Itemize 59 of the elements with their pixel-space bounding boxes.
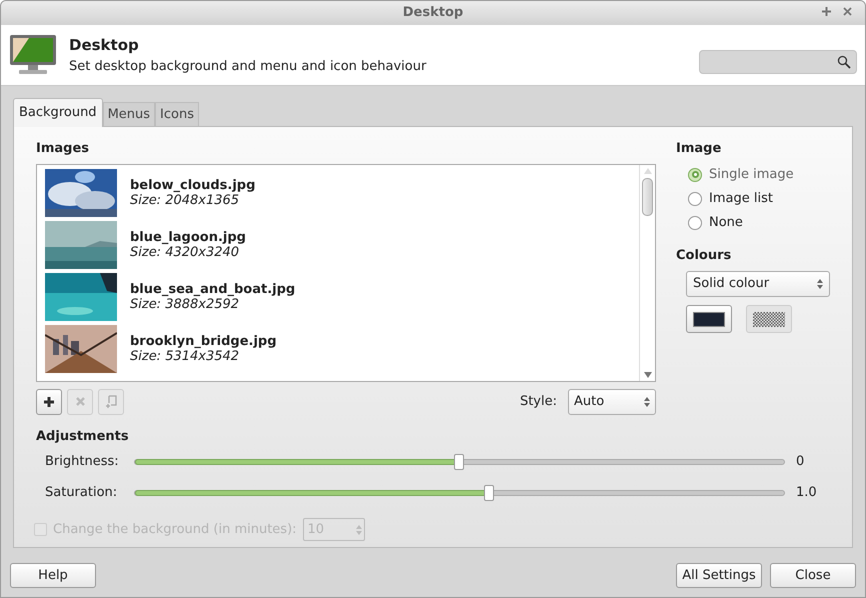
file-size: Size: 3888x2592 [130, 296, 240, 312]
colour-swatch [693, 312, 725, 326]
image-list-item[interactable]: blue_lagoon.jpg Size: 4320x3240 [37, 218, 639, 270]
spin-arrows-icon [644, 396, 650, 408]
tab[interactable]: Menus [102, 102, 156, 126]
colour-type-dropdown[interactable]: Solid colour [686, 271, 830, 297]
file-name: blue_lagoon.jpg [130, 230, 246, 244]
monitor-icon [9, 33, 57, 77]
image-list-item[interactable]: brooklyn_bridge.jpg Size: 5314x3542 [37, 322, 639, 374]
folder-button[interactable] [98, 388, 124, 414]
slider-value: 1.0 [795, 484, 818, 502]
section-heading: Images [36, 140, 90, 158]
radio-label: None [709, 214, 743, 232]
file-name: brooklyn_bridge.jpg [130, 334, 277, 348]
style-dropdown[interactable]: Auto [568, 388, 656, 414]
frame-add-icon [105, 394, 117, 408]
close-icon[interactable] [842, 6, 853, 17]
file-size: Size: 5314x3542 [130, 348, 240, 364]
radio-button[interactable] [688, 216, 702, 230]
scrollbar[interactable] [639, 164, 655, 380]
scroll-thumb[interactable] [642, 178, 653, 216]
tab[interactable]: Icons [155, 102, 199, 126]
slider-label: Saturation: [45, 484, 118, 502]
image-list-item[interactable]: blue_sea_and_boat.jpg Size: 3888x2592 [37, 270, 639, 322]
image-list-item[interactable]: below_clouds.jpg Size: 2048x1365 [37, 166, 639, 218]
dialog-button[interactable]: Help [10, 563, 96, 588]
dialog-button[interactable]: All Settings [676, 563, 762, 588]
search-icon [837, 55, 851, 69]
section-heading: Colours [676, 246, 732, 264]
section-heading: Image [676, 140, 722, 158]
spin-arrows-icon [817, 278, 823, 290]
window-title: Desktop [402, 4, 464, 22]
slider-thumb[interactable] [454, 454, 464, 470]
remove-button[interactable] [67, 388, 93, 414]
down-arrow-icon[interactable] [644, 372, 652, 378]
add-button[interactable] [36, 388, 62, 414]
spin-arrows-icon[interactable] [356, 524, 362, 536]
tab[interactable]: Background [13, 98, 103, 127]
header-subtitle: Set desktop background and menu and icon behaviour [69, 58, 426, 76]
colour-button[interactable] [686, 305, 732, 333]
slider-value: 0 [795, 453, 806, 472]
plus-icon [44, 396, 54, 406]
slider-thumb[interactable] [484, 485, 494, 501]
maximize-icon[interactable] [821, 6, 832, 17]
search-field[interactable] [699, 50, 857, 74]
file-name: blue_sea_and_boat.jpg [130, 282, 296, 296]
remove-icon [76, 397, 84, 406]
file-name: below_clouds.jpg [130, 178, 256, 192]
checkered-swatch [753, 312, 785, 326]
file-size: Size: 2048x1365 [130, 192, 240, 208]
style-label: Style: [520, 392, 557, 411]
radio-label: Image list [709, 190, 773, 208]
file-size: Size: 4320x3240 [130, 244, 240, 260]
section-heading: Adjustments [36, 428, 130, 446]
dialog-button[interactable]: Close [770, 563, 856, 588]
radio-button[interactable] [688, 192, 702, 206]
slider-label: Brightness: [45, 453, 119, 472]
header-title: Desktop [69, 35, 140, 56]
radio-label: Single image [709, 166, 794, 184]
